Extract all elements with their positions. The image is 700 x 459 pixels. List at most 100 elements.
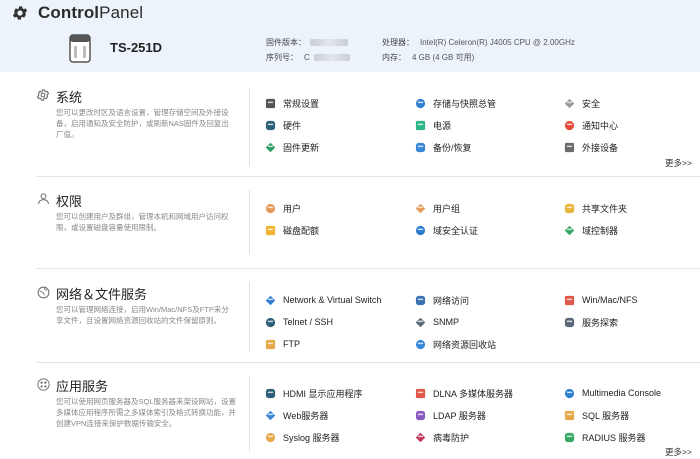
menu-item-label: Win/Mac/NFS (582, 295, 638, 305)
menu-item-terminal[interactable]: Telnet / SSH (265, 315, 333, 329)
menu-item-label: Telnet / SSH (283, 317, 334, 327)
section-divider (36, 362, 700, 363)
menu-item-dlna[interactable]: DLNA 多媒体服务器 (415, 386, 513, 400)
menu-item-domain-controller[interactable]: 域控制器 (564, 223, 618, 237)
menu-item-ftp[interactable]: FTP (265, 337, 300, 351)
menu-item-user-group[interactable]: 用户组 (415, 201, 460, 215)
serial-value-redacted (313, 54, 350, 62)
menu-item-syslog[interactable]: Syslog 服务器 (265, 430, 340, 444)
menu-item-multimedia-console[interactable]: Multimedia Console (564, 386, 661, 400)
menu-item-label: 外接设备 (582, 142, 619, 153)
menu-item-label: 共享文件夹 (582, 203, 628, 214)
menu-item-web-server[interactable]: Web服务器 (265, 408, 328, 422)
hdmi-icon (265, 388, 276, 398)
disk-quota-icon (265, 225, 276, 235)
menu-item-label: 备份/恢复 (433, 142, 472, 153)
snmp-icon (415, 317, 426, 327)
lock-icon (564, 98, 575, 108)
gear-icon (36, 89, 50, 101)
dlna-icon (415, 388, 426, 398)
menu-item-network-switch[interactable]: Network & Virtual Switch (265, 293, 381, 307)
divider-vertical (249, 376, 250, 452)
external-device-icon (564, 142, 575, 152)
menu-item-radius[interactable]: RADIUS 服务器 (564, 430, 646, 444)
menu-item-label: 用户 (283, 203, 302, 214)
menu-item-label: SNMP (433, 317, 460, 327)
domain-security-icon (415, 225, 426, 235)
user-group-icon (415, 203, 426, 213)
section-title-system: 系统 (56, 90, 83, 105)
ftp-icon (265, 339, 276, 349)
nas-device-icon (69, 34, 91, 63)
menu-item-backup[interactable]: 备份/恢复 (415, 140, 472, 154)
menu-item-hardware[interactable]: 硬件 (265, 118, 301, 132)
menu-item-recycle-bin[interactable]: 网络资源回收站 (415, 337, 496, 351)
menu-item-lock[interactable]: 安全 (564, 96, 600, 110)
divider-vertical (249, 88, 250, 166)
menu-item-snmp[interactable]: SNMP (415, 315, 459, 329)
menu-item-label: RADIUS 服务器 (582, 432, 646, 443)
menu-item-storage[interactable]: 存储与快照总管 (415, 96, 496, 110)
menu-item-user[interactable]: 用户 (265, 201, 301, 215)
menu-item-label: Syslog 服务器 (283, 432, 340, 443)
menu-item-label: 服务探索 (582, 317, 619, 328)
radius-icon (564, 432, 575, 442)
section-description-applications: 您可以使用网页服务器及SQL服务器来架设网站，设置多媒体应用程序所需之多媒体索引… (56, 397, 237, 428)
menu-item-label: 域安全认证 (433, 225, 479, 236)
divider-vertical (249, 190, 250, 254)
win-mac-nfs-icon (564, 295, 575, 305)
menu-item-label: Network & Virtual Switch (283, 295, 382, 305)
divider-vertical (249, 282, 250, 352)
menu-item-label: DLNA 多媒体服务器 (433, 388, 514, 399)
menu-item-domain-security[interactable]: 域安全认证 (415, 223, 478, 237)
more-link-applications[interactable]: 更多>> (665, 446, 692, 458)
menu-item-ldap[interactable]: LDAP 服务器 (415, 408, 486, 422)
general-settings-icon (265, 98, 276, 108)
menu-item-shared-folder[interactable]: 共享文件夹 (564, 201, 627, 215)
menu-item-sql-server[interactable]: SQL 服务器 (564, 408, 629, 422)
menu-item-antivirus[interactable]: 病毒防护 (415, 430, 469, 444)
network-switch-icon (265, 295, 276, 305)
app-title-bar: ControlPanel (11, 2, 143, 24)
menu-item-label: Web服务器 (283, 410, 329, 421)
menu-item-label: 常规设置 (283, 98, 320, 109)
menu-item-win-mac-nfs[interactable]: Win/Mac/NFS (564, 293, 638, 307)
terminal-icon (265, 317, 276, 327)
multimedia-console-icon (564, 388, 575, 398)
ldap-icon (415, 410, 426, 420)
service-discovery-icon (564, 317, 575, 327)
menu-item-notification[interactable]: 通知中心 (564, 118, 618, 132)
menu-item-service-discovery[interactable]: 服务探索 (564, 315, 618, 329)
menu-item-label: 电源 (433, 120, 452, 131)
menu-item-disk-quota[interactable]: 磁盘配额 (265, 223, 319, 237)
menu-item-label: 用户组 (433, 203, 461, 214)
menu-item-label: 安全 (582, 98, 601, 109)
notification-icon (564, 120, 575, 130)
menu-item-label: 存储与快照总管 (433, 98, 497, 109)
user-icon (265, 203, 276, 213)
memory-info: 内存： 4 GB (4 GB 可用) (382, 53, 475, 62)
network-access-icon (415, 295, 426, 305)
menu-item-label: 通知中心 (582, 120, 619, 131)
storage-icon (415, 98, 426, 108)
menu-item-label: Multimedia Console (582, 388, 662, 398)
menu-item-network-access[interactable]: 网络访问 (415, 293, 469, 307)
shared-folder-icon (564, 203, 575, 213)
menu-item-label: 网络访问 (433, 295, 470, 306)
menu-item-hdmi[interactable]: HDMI 显示应用程序 (265, 386, 363, 400)
menu-item-external-device[interactable]: 外接设备 (564, 140, 618, 154)
device-header: ControlPanel TS-251D 固件版本： 序列号： C 处理器： Int… (0, 0, 700, 72)
menu-item-power[interactable]: 电源 (415, 118, 451, 132)
menu-item-label: 域控制器 (582, 225, 619, 236)
menu-item-label: 磁盘配额 (283, 225, 320, 236)
firmware-update-icon (265, 142, 276, 152)
more-link-system[interactable]: 更多>> (665, 157, 692, 169)
firmware-version: 固件版本： (266, 37, 348, 48)
web-server-icon (265, 410, 276, 420)
menu-item-firmware-update[interactable]: 固件更新 (265, 140, 319, 154)
cpu-info: 处理器： Intel(R) Celeron(R) J4005 CPU @ 2.00… (382, 38, 575, 47)
app-title: ControlPanel (38, 3, 144, 22)
firmware-value-redacted (310, 39, 348, 47)
menu-item-general-settings[interactable]: 常规设置 (265, 96, 319, 110)
section-title-privilege: 权限 (56, 194, 83, 209)
